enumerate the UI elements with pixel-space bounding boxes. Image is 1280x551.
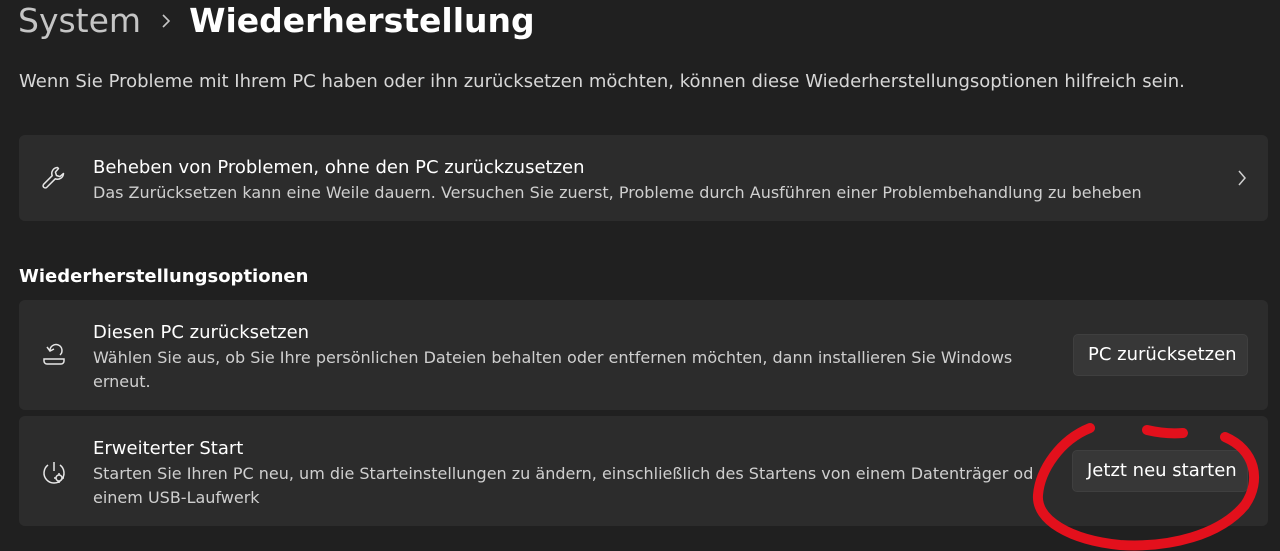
reset-pc-button[interactable]: PC zurücksetzen: [1073, 334, 1248, 376]
advanced-startup-description-line2: einem USB-Laufwerk: [93, 488, 260, 507]
advanced-startup-icon: [39, 458, 69, 488]
breadcrumb-system-link[interactable]: System: [18, 0, 141, 44]
troubleshoot-title: Beheben von Problemen, ohne den PC zurüc…: [93, 157, 585, 178]
restart-now-button[interactable]: Jetzt neu starten: [1072, 450, 1248, 492]
troubleshoot-card[interactable]: Beheben von Problemen, ohne den PC zurüc…: [19, 135, 1268, 221]
advanced-startup-title: Erweiterter Start: [93, 438, 244, 459]
page-title: Wiederherstellung: [189, 1, 535, 40]
advanced-startup-description-line1: Starten Sie Ihren PC neu, um die Startei…: [93, 464, 1033, 483]
recovery-section-title: Wiederherstellungsoptionen: [19, 266, 309, 287]
advanced-startup-card: Erweiterter Start Starten Sie Ihren PC n…: [19, 416, 1268, 526]
reset-pc-title: Diesen PC zurücksetzen: [93, 322, 310, 343]
reset-pc-description-line2: erneut.: [93, 372, 151, 391]
breadcrumb: System Wiederherstellung: [18, 0, 535, 44]
chevron-right-icon: [161, 13, 171, 29]
reset-pc-icon: [39, 340, 69, 370]
chevron-right-icon: [1236, 168, 1248, 192]
reset-pc-card: Diesen PC zurücksetzen Wählen Sie aus, o…: [19, 300, 1268, 410]
troubleshoot-description: Das Zurücksetzen kann eine Weile dauern.…: [93, 183, 1142, 202]
wrench-icon: [39, 163, 69, 193]
intro-text: Wenn Sie Probleme mit Ihrem PC haben ode…: [19, 71, 1185, 92]
reset-pc-description-line1: Wählen Sie aus, ob Sie Ihre persönlichen…: [93, 348, 1013, 367]
